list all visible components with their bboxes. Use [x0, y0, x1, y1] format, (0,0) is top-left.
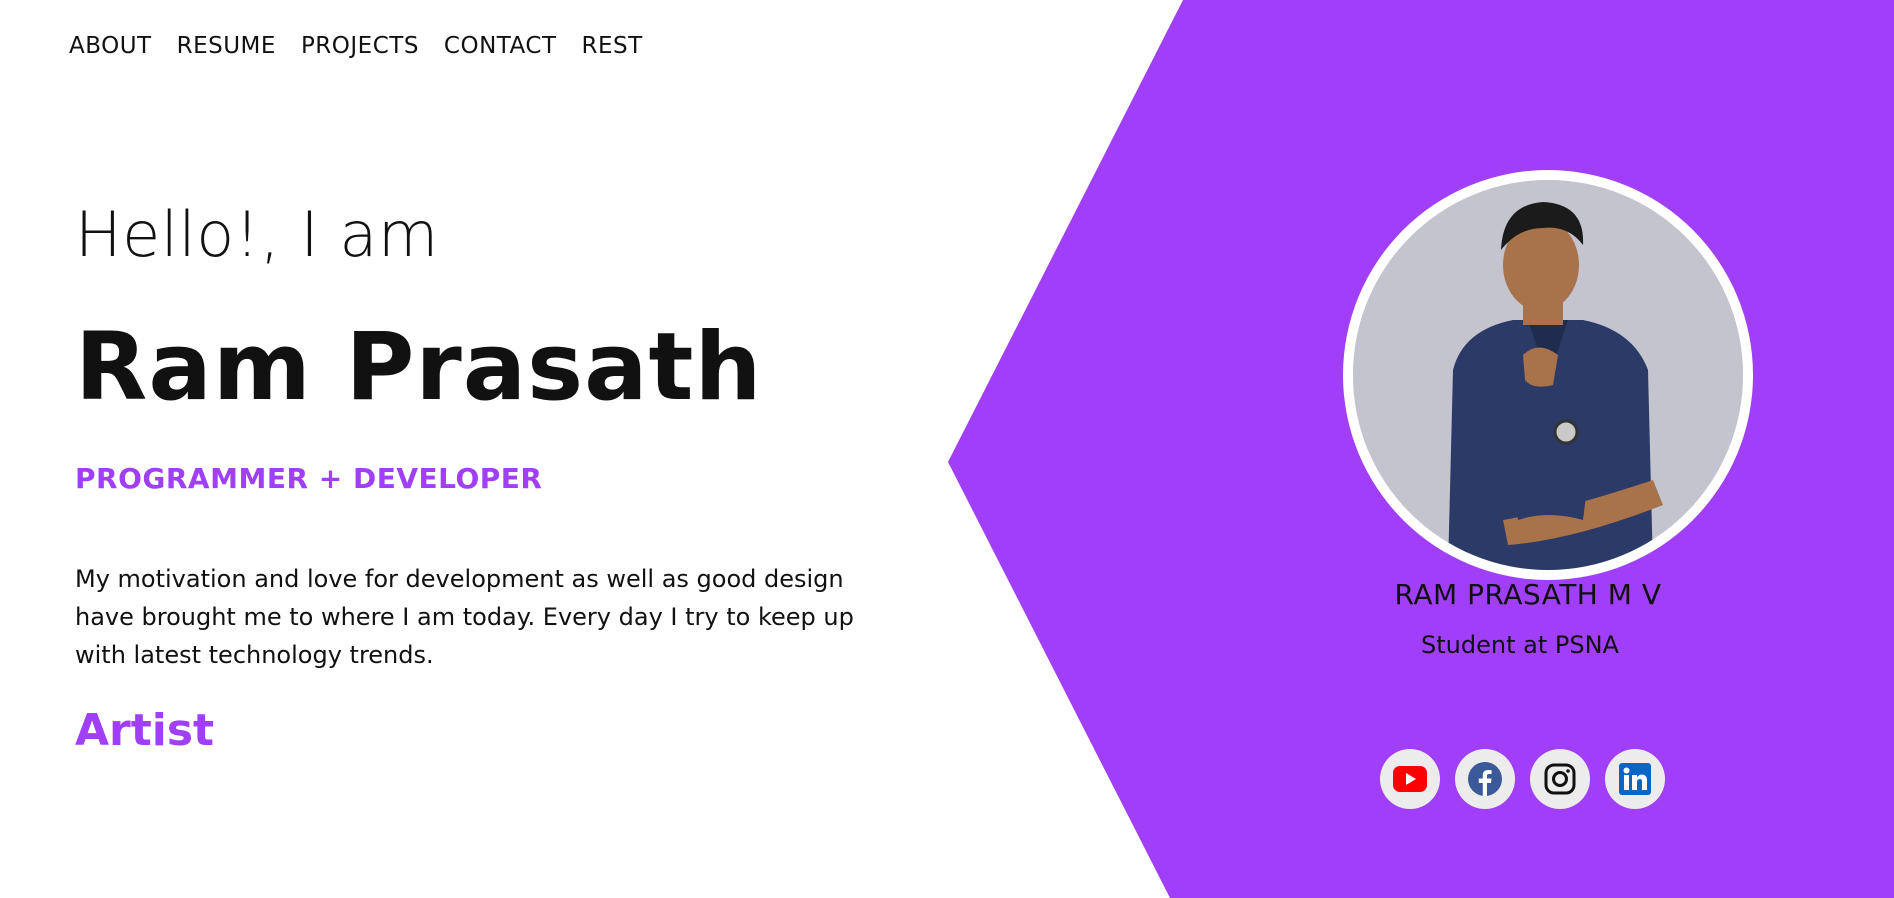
profile-subtitle: Student at PSNA [1421, 631, 1619, 659]
facebook-icon [1468, 762, 1502, 796]
profile-photo-frame [1343, 170, 1753, 580]
nav-resume[interactable]: RESUME [177, 33, 276, 59]
linkedin-icon [1619, 763, 1651, 795]
instagram-icon [1544, 763, 1576, 795]
nav-about[interactable]: ABOUT [69, 33, 152, 59]
social-links [1380, 749, 1665, 809]
hero-name: Ram Prasath [75, 313, 763, 422]
profile-name: RAM PRASATH M V [1394, 578, 1662, 611]
youtube-icon [1393, 766, 1427, 792]
nav-projects[interactable]: PROJECTS [301, 33, 419, 59]
hero-tagline: PROGRAMMER + DEVELOPER [75, 462, 543, 495]
facebook-button[interactable] [1455, 749, 1515, 809]
nav-contact[interactable]: CONTACT [444, 33, 557, 59]
profile-photo [1353, 180, 1743, 570]
youtube-button[interactable] [1380, 749, 1440, 809]
top-nav: ABOUT RESUME PROJECTS CONTACT REST [69, 33, 643, 59]
hero-role: Artist [75, 705, 215, 756]
hero-greeting: Hello!, I am [75, 198, 439, 271]
nav-rest[interactable]: REST [582, 33, 643, 59]
hero-bio: My motivation and love for development a… [75, 565, 854, 669]
linkedin-button[interactable] [1605, 749, 1665, 809]
instagram-button[interactable] [1530, 749, 1590, 809]
